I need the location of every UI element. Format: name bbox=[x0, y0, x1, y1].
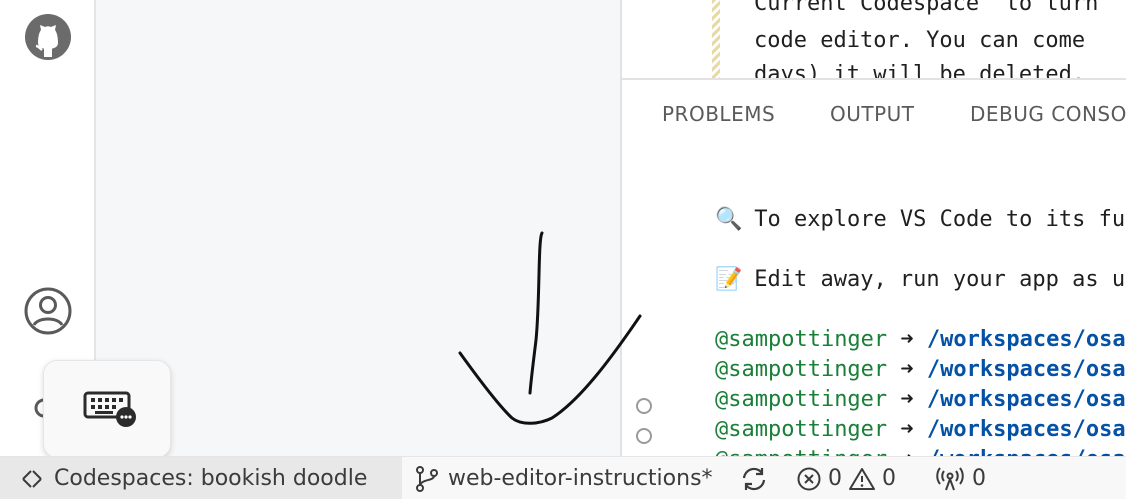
ports-count: 0 bbox=[972, 466, 986, 491]
prompt-user: @sampottinger bbox=[715, 447, 887, 456]
editor-change-gutter bbox=[712, 0, 720, 78]
editor-area[interactable]: Current Codespace" to turn code editor. … bbox=[622, 0, 1126, 78]
error-count: 0 bbox=[828, 466, 842, 491]
memo-emoji-icon: 📝 bbox=[714, 267, 743, 292]
prompt-arrow: ➜ bbox=[900, 447, 913, 456]
prompt-path: /workspaces/osaccess bbox=[927, 447, 1126, 456]
broadcast-icon bbox=[936, 466, 964, 490]
problems-item[interactable]: 0 0 bbox=[796, 457, 896, 499]
keyboard-button[interactable] bbox=[43, 360, 171, 458]
command-decoration-icon[interactable] bbox=[636, 428, 652, 444]
account-icon[interactable] bbox=[24, 287, 72, 335]
remote-icon bbox=[22, 469, 42, 488]
tab-output[interactable]: OUTPUT bbox=[830, 102, 915, 126]
bottom-panel: PROBLEMS OUTPUT DEBUG CONSOLE 🔍 To explo… bbox=[622, 80, 1126, 456]
error-icon bbox=[797, 467, 821, 490]
keyboard-icon bbox=[83, 391, 136, 427]
editor-line: code editor. You can come bbox=[754, 28, 1086, 53]
command-decoration-icon[interactable] bbox=[636, 398, 652, 414]
status-bar: Codespaces: bookish doodle web-editor-in… bbox=[0, 456, 1126, 499]
ports-item[interactable]: 0 bbox=[936, 457, 986, 499]
explore-text: To explore VS Code to its fullest bbox=[754, 207, 1126, 232]
git-branch-icon bbox=[416, 465, 438, 492]
edit-text: Edit away, run your app as usual bbox=[754, 267, 1126, 292]
terminal-prompt-line: @sampottinger ➜ /workspaces/osaccess bbox=[662, 422, 1126, 456]
branch-item[interactable]: web-editor-instructions* bbox=[414, 457, 713, 499]
editor-line: days) it will be deleted. bbox=[754, 62, 1086, 78]
remote-indicator[interactable]: Codespaces: bookish doodle bbox=[0, 457, 402, 499]
sync-icon bbox=[742, 467, 766, 490]
remote-item: Codespaces: bookish doodle bbox=[22, 457, 367, 499]
editor-line: Current Codespace" to turn bbox=[754, 0, 1099, 16]
side-panel bbox=[96, 0, 621, 456]
sync-button[interactable] bbox=[740, 457, 768, 499]
remote-label: Codespaces: bookish doodle bbox=[54, 466, 368, 491]
github-icon[interactable] bbox=[24, 13, 72, 61]
tab-debug-console[interactable]: DEBUG CONSOLE bbox=[970, 102, 1126, 126]
branch-label: web-editor-instructions* bbox=[448, 466, 713, 491]
tab-problems[interactable]: PROBLEMS bbox=[662, 102, 775, 126]
warning-icon bbox=[849, 467, 875, 490]
warning-count: 0 bbox=[882, 466, 896, 491]
magnifier-emoji-icon: 🔍 bbox=[714, 207, 743, 232]
